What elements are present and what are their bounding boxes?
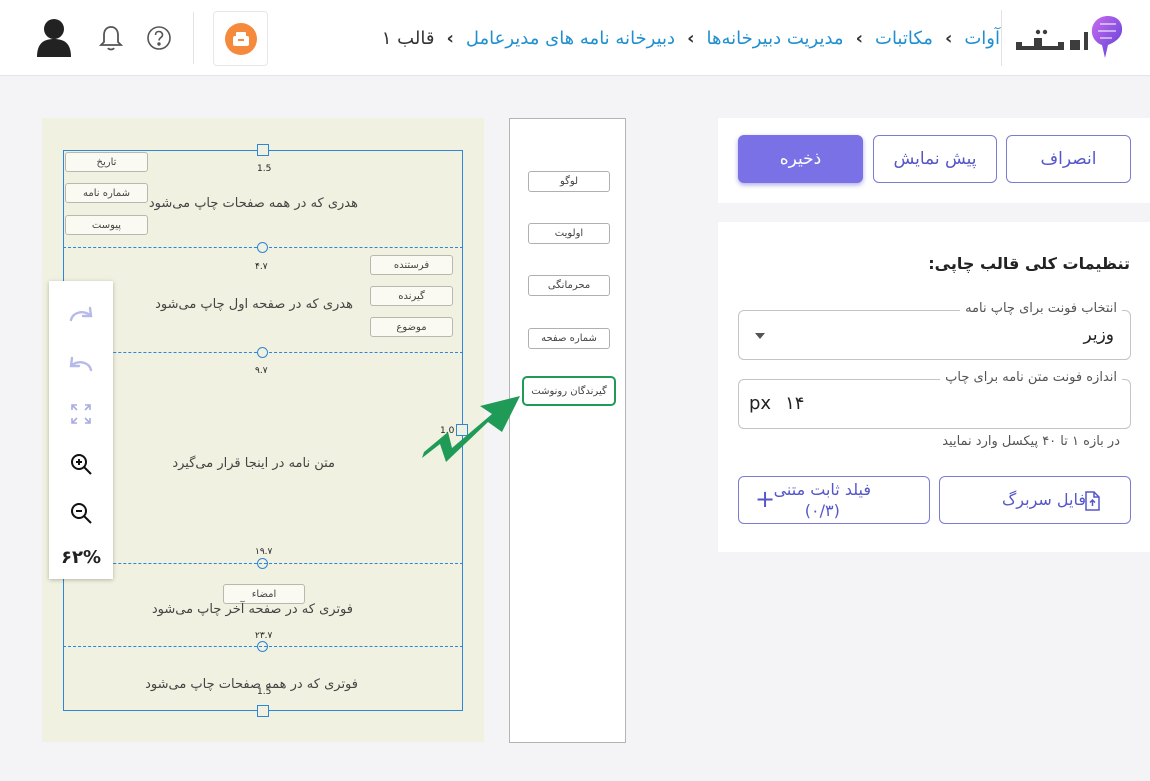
top-margin-value: 1.5	[257, 164, 272, 174]
inbox-tray-icon	[233, 32, 249, 46]
breadcrumb-item-current: قالب ۱	[381, 27, 435, 49]
zoom-toolbar: ۶۲%	[49, 281, 113, 579]
avat-logo[interactable]	[1012, 12, 1124, 64]
print-settings-panel: تنظیمات کلی قالب چاپی: انتخاب فونت برای …	[718, 222, 1150, 552]
bottom-margin-value: 1.5	[257, 687, 272, 697]
font-size-input[interactable]: px ۱۴	[749, 393, 804, 414]
letterhead-file-button[interactable]: فایل سربرگ	[939, 476, 1131, 524]
fixed-text-field-title: فیلد ثابت متنی	[773, 480, 871, 499]
palette-item-priority[interactable]: اولویت	[528, 223, 610, 244]
body-placeholder-label: متن نامه در اینجا قرار می‌گیرد	[172, 456, 335, 471]
help-icon[interactable]	[146, 25, 172, 51]
top-header: آوات › مکاتبات › مدیریت دبیرخانه‌ها › دب…	[0, 0, 1150, 76]
undo-icon[interactable]	[65, 349, 97, 379]
divider-handle-2[interactable]	[257, 347, 268, 358]
divider-2-value: ۹.۷	[255, 366, 268, 376]
breadcrumb-separator-icon: ›	[944, 27, 953, 49]
notification-bell-icon[interactable]	[98, 24, 124, 52]
field-chip-attachment[interactable]: پیوست	[65, 215, 148, 235]
fixed-text-field-label: فیلد ثابت متنی (۰/۳)	[774, 479, 871, 521]
plus-icon: +	[755, 485, 776, 513]
footer-last-page-label: فوتری که در صفحه آخر چاپ می‌شود	[151, 602, 353, 617]
field-chip-signature[interactable]: امضاء	[223, 584, 305, 604]
field-chip-sender[interactable]: فرستنده	[370, 255, 453, 275]
font-select-label: انتخاب فونت برای چاپ نامه	[960, 301, 1122, 316]
letterhead-file-label: فایل سربرگ	[1001, 490, 1086, 509]
breadcrumb-item-ceo-secretariat[interactable]: دبیرخانه نامه های مدیرعامل	[466, 28, 675, 49]
settings-title: تنظیمات کلی قالب چاپی:	[928, 254, 1130, 273]
action-panel: انصراف پیش نمایش ذخیره	[718, 118, 1150, 203]
breadcrumb-separator-icon: ›	[855, 27, 863, 49]
add-fixed-text-field-button[interactable]: + فیلد ثابت متنی (۰/۳)	[738, 476, 930, 524]
divider-footer-last	[63, 646, 463, 647]
fit-screen-icon[interactable]	[65, 399, 97, 429]
palette-item-cc-recipients[interactable]: گیرندگان رونوشت	[522, 376, 616, 406]
header-divider	[1001, 10, 1002, 66]
divider-1-value: ۴.۷	[255, 262, 268, 272]
divider-4-value: ۲۳.۷	[255, 631, 273, 641]
breadcrumb-separator-icon: ›	[446, 27, 454, 49]
divider-body	[63, 563, 463, 564]
palette-item-confidentiality[interactable]: محرمانگی	[528, 275, 610, 296]
breadcrumb-item-secretariat-management[interactable]: مدیریت دبیرخانه‌ها	[707, 28, 844, 49]
top-margin-handle[interactable]	[257, 144, 269, 156]
field-chip-subject[interactable]: موضوع	[370, 317, 453, 337]
font-size-hint: در بازه ۱ تا ۴۰ پیکسل وارد نمایید	[942, 434, 1120, 449]
dropdown-caret-icon	[755, 333, 765, 339]
field-chip-letter-number[interactable]: شماره نامه	[65, 183, 148, 203]
save-button[interactable]: ذخیره	[738, 135, 863, 183]
preview-button[interactable]: پیش نمایش	[873, 135, 997, 183]
bottom-margin-handle[interactable]	[257, 705, 269, 717]
app-switcher-button[interactable]	[213, 11, 268, 66]
field-chip-date[interactable]: تاریخ	[65, 152, 148, 172]
zoom-in-icon[interactable]	[65, 449, 97, 479]
divider-handle-1[interactable]	[257, 242, 268, 253]
user-avatar-icon[interactable]	[36, 17, 72, 57]
font-size-field[interactable]: اندازه فونت متن نامه برای چاپ px ۱۴	[738, 370, 1131, 429]
header-all-pages-label: هدری که در همه صفحات چاپ می‌شود	[148, 196, 358, 211]
redo-icon[interactable]	[65, 299, 97, 329]
breadcrumb-item-correspondence[interactable]: مکاتبات	[875, 28, 933, 49]
breadcrumb: آوات › مکاتبات › مدیریت دبیرخانه‌ها › دب…	[382, 24, 1000, 52]
divider-3-value: ۱۹.۷	[255, 547, 273, 557]
font-size-value: ۱۴	[785, 393, 805, 414]
palette-item-page-number[interactable]: شماره صفحه	[528, 328, 610, 349]
field-chip-recipient[interactable]: گیرنده	[370, 286, 453, 306]
footer-all-pages-label: فوتری که در همه صفحات چاپ می‌شود	[145, 677, 358, 692]
font-size-unit: px	[749, 393, 772, 414]
cancel-button[interactable]: انصراف	[1006, 135, 1131, 183]
fixed-text-field-count: (۰/۳)	[804, 501, 840, 520]
font-select[interactable]: انتخاب فونت برای چاپ نامه وزیر	[738, 301, 1131, 360]
palette-item-logo[interactable]: لوگو	[528, 171, 610, 192]
zoom-level: ۶۲%	[60, 547, 101, 568]
header-first-page-label: هدری که در صفحه اول چاپ می‌شود	[155, 297, 353, 312]
font-select-value: وزیر	[1083, 325, 1114, 345]
breadcrumb-separator-icon: ›	[687, 27, 695, 49]
drag-hint-arrow-icon	[418, 392, 528, 472]
zoom-out-icon[interactable]	[65, 498, 97, 528]
breadcrumb-item-avat[interactable]: آوات	[964, 28, 1000, 49]
font-size-label: اندازه فونت متن نامه برای چاپ	[940, 370, 1122, 385]
header-divider	[193, 12, 194, 64]
